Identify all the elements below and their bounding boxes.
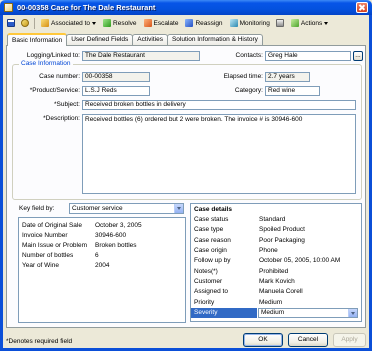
category-label: Category: xyxy=(234,87,263,94)
key-field-row-label: Date of Original Sale xyxy=(22,222,82,229)
case-number-label: Case number: xyxy=(39,73,80,80)
tab-solution-information[interactable]: Solution Information & History xyxy=(166,34,263,45)
case-detail-label: Case reason xyxy=(194,237,231,244)
case-detail-label: Customer xyxy=(194,278,223,285)
properties-icon[interactable] xyxy=(19,18,30,29)
window-title: 00-00358 Case for The Dale Restaurant xyxy=(17,3,156,12)
key-field-label: Key field by: xyxy=(19,205,55,212)
case-detail-label: Follow up by xyxy=(194,257,231,264)
case-detail-label-selected: Severity xyxy=(191,308,257,318)
escalate-button[interactable]: Escalate xyxy=(142,17,181,29)
ok-button[interactable]: OK xyxy=(243,333,283,347)
save-icon[interactable] xyxy=(5,18,16,29)
reassign-icon xyxy=(185,19,194,27)
associated-to-button[interactable]: Associated to xyxy=(39,17,98,29)
elapsed-time-label: Elapsed time: xyxy=(223,73,263,80)
escalate-icon xyxy=(143,19,152,27)
case-detail-label: Case origin xyxy=(194,247,227,254)
basic-information-panel: Logging/Linked to: The Dale Restaurant C… xyxy=(6,45,366,328)
print-icon[interactable] xyxy=(275,18,286,29)
case-detail-label: Assigned to xyxy=(194,288,228,295)
close-icon[interactable] xyxy=(356,2,368,13)
key-field-select[interactable]: Customer service xyxy=(69,203,184,214)
actions-icon xyxy=(290,19,299,27)
case-detail-label: Notes(*) xyxy=(194,268,218,275)
case-detail-value[interactable]: Poor Packaging xyxy=(259,236,305,246)
tab-basic-information[interactable]: Basic Information xyxy=(7,33,68,46)
key-field-row-value[interactable]: 6 xyxy=(95,251,99,261)
link-icon xyxy=(41,19,49,27)
description-field[interactable]: Received bottles (6) ordered but 2 were … xyxy=(82,114,356,194)
key-field-selected: Customer service xyxy=(72,205,123,212)
case-detail-label: Case status xyxy=(194,216,229,223)
chevron-down-icon xyxy=(324,21,329,25)
resolve-icon xyxy=(103,19,112,27)
key-fields-list: Date of Original Sale October 3, 2005 In… xyxy=(18,217,186,323)
reassign-button[interactable]: Reassign xyxy=(183,17,224,29)
escalate-label: Escalate xyxy=(153,19,179,27)
case-details-title: Case details xyxy=(194,206,232,213)
case-detail-label: Case type xyxy=(194,226,224,233)
product-field[interactable]: L.S.J Reds xyxy=(82,86,150,96)
title-bar[interactable]: 00-00358 Case for The Dale Restaurant xyxy=(0,0,372,15)
toolbar-separator xyxy=(34,17,35,29)
elapsed-time-field[interactable]: 2.7 years xyxy=(265,72,310,82)
resolve-label: Resolve xyxy=(113,19,137,27)
key-field-row-label: Year of Wine xyxy=(22,262,59,269)
subject-field[interactable]: Received broken bottles in delivery xyxy=(82,100,356,110)
case-detail-value[interactable]: Medium xyxy=(259,298,282,308)
tab-user-defined-fields[interactable]: User Defined Fields xyxy=(66,34,134,45)
category-field[interactable]: Red wine xyxy=(265,86,320,96)
required-field-note: *Denotes required field xyxy=(6,338,73,345)
chevron-down-icon xyxy=(92,21,97,25)
case-number-field[interactable]: 00-00358 xyxy=(82,72,150,82)
key-field-row-label: Main Issue or Problem xyxy=(22,242,88,249)
severity-selected-value: Medium xyxy=(261,309,285,316)
dropdown-arrow-icon[interactable] xyxy=(348,309,357,317)
subject-label: *Subject: xyxy=(53,101,80,108)
monitoring-button[interactable]: Monitoring xyxy=(228,17,272,29)
severity-select[interactable]: Medium xyxy=(258,308,358,318)
key-field-row-label: Invoice Number xyxy=(22,232,68,239)
key-field-row-label: Number of bottles xyxy=(22,252,74,259)
contacts-field[interactable]: Greg Hale xyxy=(265,51,351,61)
tab-activities[interactable]: Activities xyxy=(132,34,168,45)
case-detail-value[interactable]: October 05, 2005, 10:00 AM xyxy=(259,256,340,266)
associated-to-label: Associated to xyxy=(51,19,91,27)
actions-button[interactable]: Actions xyxy=(289,17,330,29)
key-field-row-value[interactable]: October 3, 2005 xyxy=(95,221,142,231)
resolve-button[interactable]: Resolve xyxy=(101,17,138,29)
case-detail-value[interactable]: Spoiled Product xyxy=(259,225,305,235)
description-label: *Description: xyxy=(43,115,80,122)
toolbar: Associated to Resolve Escalate Reassign … xyxy=(5,16,367,30)
case-detail-value[interactable]: Phone xyxy=(259,246,278,256)
key-field-row-value[interactable]: 2004 xyxy=(95,261,109,271)
case-detail-value[interactable]: Mark Kovich xyxy=(259,277,295,287)
key-field-row-value[interactable]: 30946-600 xyxy=(95,231,126,241)
actions-label: Actions xyxy=(300,19,323,27)
case-detail-value[interactable]: Standard xyxy=(259,215,285,225)
contacts-label: Contacts: xyxy=(235,52,263,59)
monitoring-label: Monitoring xyxy=(239,19,270,27)
case-window-icon xyxy=(4,3,13,12)
tab-strip: Basic Information User Defined Fields Ac… xyxy=(7,33,263,46)
case-details-grid: Case details Case status Standard Case t… xyxy=(190,203,362,322)
monitor-icon xyxy=(229,19,238,27)
key-field-row-value[interactable]: Broken bottles xyxy=(95,241,137,251)
case-information-legend: Case Information xyxy=(19,60,73,68)
cancel-button[interactable]: Cancel xyxy=(288,333,328,347)
window-frame-left xyxy=(0,15,3,351)
product-label: *Product/Service: xyxy=(29,87,80,94)
link-field[interactable]: The Dale Restaurant xyxy=(82,51,200,61)
case-detail-value[interactable]: Prohibited xyxy=(259,267,288,277)
dropdown-arrow-icon[interactable] xyxy=(174,204,183,213)
apply-button[interactable]: Apply xyxy=(333,333,366,347)
reassign-label: Reassign xyxy=(195,19,223,27)
contacts-browse-button[interactable]: ... xyxy=(353,51,363,61)
case-detail-label: Priority xyxy=(194,299,215,306)
case-detail-value[interactable]: Manuela Corell xyxy=(259,287,303,297)
